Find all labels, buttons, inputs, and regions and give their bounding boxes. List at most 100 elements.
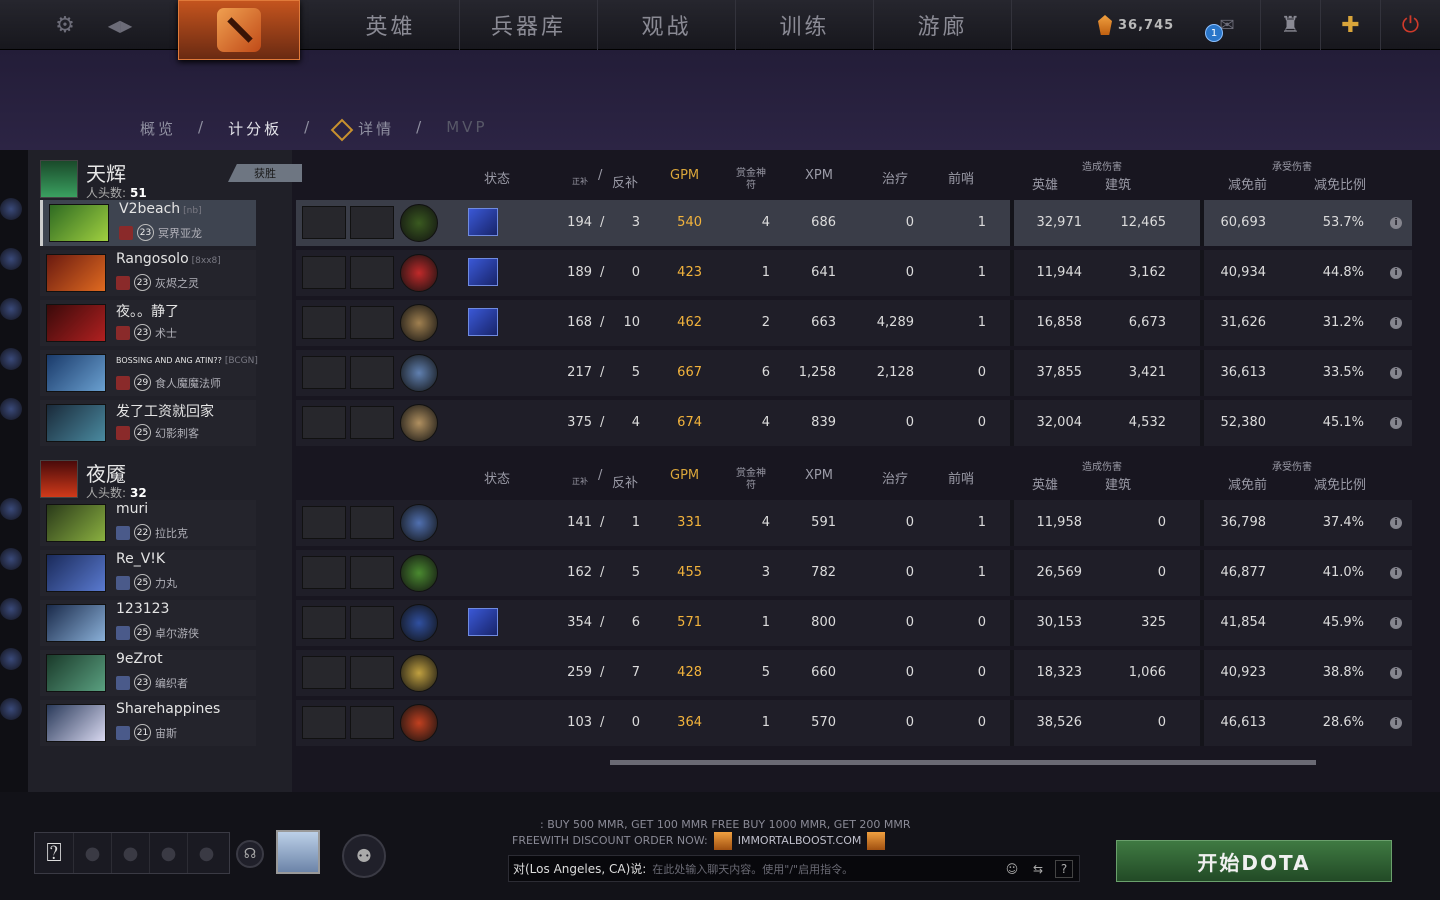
backpack-slot[interactable]: [350, 406, 394, 439]
voice-headset-icon[interactable]: ☊: [236, 840, 264, 868]
player-row[interactable]: Re_V!K 25 力丸: [40, 550, 256, 596]
backpack-slot[interactable]: [302, 256, 346, 289]
table-row[interactable]: 162 / 5 455 3 782 0 1 26,569 0 46,877 41.0% i: [296, 550, 1412, 596]
party-slot-icon[interactable]: ●: [73, 833, 111, 873]
emoji-icon[interactable]: ☺: [1003, 860, 1021, 878]
stat-sep: /: [600, 215, 605, 230]
backpack-slot[interactable]: [302, 606, 346, 639]
power-icon[interactable]: ⏻: [1380, 0, 1440, 50]
info-icon[interactable]: i: [1390, 667, 1402, 679]
player-row[interactable]: Sharehappines 21 宙斯: [40, 700, 256, 746]
backpack-slot[interactable]: [350, 606, 394, 639]
table-row[interactable]: 103 / 0 364 1 570 0 0 38,526 0 46,613 28.6% i: [296, 700, 1412, 746]
info-icon[interactable]: i: [1390, 317, 1402, 329]
dota-logo-button[interactable]: [178, 0, 300, 60]
backpack-slot[interactable]: [350, 556, 394, 589]
info-icon[interactable]: i: [1390, 417, 1402, 429]
neutral-item-icon[interactable]: [400, 704, 438, 742]
backpack-slot[interactable]: [350, 206, 394, 239]
horizontal-scrollbar[interactable]: [610, 760, 1316, 765]
info-icon[interactable]: i: [1390, 517, 1402, 529]
heal-value: 0: [905, 665, 914, 680]
armory-helm-icon[interactable]: ♜: [1260, 0, 1320, 50]
dota-plus-emblem-icon[interactable]: ⍰: [35, 833, 73, 873]
avatar[interactable]: [276, 830, 320, 874]
team-kills-label: 人头数:: [86, 486, 127, 500]
player-row[interactable]: muri 22 拉比克: [40, 500, 256, 546]
backpack-slot[interactable]: [302, 306, 346, 339]
backpack-slot[interactable]: [350, 506, 394, 539]
subnav-mvp[interactable]: MVP: [446, 118, 487, 139]
chat-input[interactable]: 在此处输入聊天内容。使用"/"启用指令。: [652, 861, 853, 877]
shards-display[interactable]: 36,745: [1098, 10, 1174, 40]
neutral-item-icon[interactable]: [400, 404, 438, 442]
neutral-item-icon[interactable]: [400, 554, 438, 592]
table-row[interactable]: 189 / 0 423 1 641 0 1 11,944 3,162 40,934 44.8% i: [296, 250, 1412, 296]
backpack-slot[interactable]: [302, 206, 346, 239]
backpack-slot[interactable]: [302, 556, 346, 589]
backpack-slot[interactable]: [302, 656, 346, 689]
play-dota-button[interactable]: 开始DOTA: [1116, 840, 1392, 882]
backpack-slot[interactable]: [302, 406, 346, 439]
nav-arcade[interactable]: 游廊: [874, 0, 1012, 50]
backpack-slot[interactable]: [350, 656, 394, 689]
table-row[interactable]: 141 / 1 331 4 591 0 1 11,958 0 36,798 37.4% i: [296, 500, 1412, 546]
neutral-item-icon[interactable]: [400, 604, 438, 642]
neutral-item-icon[interactable]: [400, 654, 438, 692]
gpm-value: 667: [677, 365, 702, 380]
table-row[interactable]: 194 / 3 540 4 686 0 1 32,971 12,465 60,693 53.7% i: [296, 200, 1412, 246]
nav-watch[interactable]: 观战: [598, 0, 736, 50]
backpack-slot[interactable]: [350, 356, 394, 389]
swap-channel-icon[interactable]: ⇆: [1029, 860, 1047, 878]
party-slot-icon[interactable]: ●: [149, 833, 187, 873]
info-icon[interactable]: i: [1390, 567, 1402, 579]
table-row[interactable]: 375 / 4 674 4 839 0 0 32,004 4,532 52,380 45.1% i: [296, 400, 1412, 446]
backpack-slot[interactable]: [302, 506, 346, 539]
settings-gear-icon[interactable]: ⚙: [52, 10, 78, 40]
help-button[interactable]: ?: [1055, 860, 1073, 878]
neutral-item-icon[interactable]: [400, 204, 438, 242]
backpack-slot[interactable]: [350, 706, 394, 739]
pct-value: 31.2%: [1322, 315, 1364, 330]
table-row[interactable]: 217 / 5 667 6 1,258 2,128 0 37,855 3,421 36,613 33.…: [296, 350, 1412, 396]
chat-channel[interactable]: 对(Los Angeles, CA)说:: [513, 860, 646, 877]
info-icon[interactable]: i: [1390, 367, 1402, 379]
table-row[interactable]: 168 / 10 462 2 663 4,289 1 16,858 6,673 31,626 31.2…: [296, 300, 1412, 346]
neutral-item-icon[interactable]: [400, 254, 438, 292]
party-slot-icon[interactable]: ●: [187, 833, 225, 873]
subnav-details[interactable]: 详情: [330, 118, 394, 141]
player-row[interactable]: Rangosolo [8xx8] 23 灰烬之灵: [40, 250, 256, 296]
neutral-item-icon[interactable]: [400, 354, 438, 392]
info-icon[interactable]: i: [1390, 717, 1402, 729]
table-row[interactable]: 354 / 6 571 1 800 0 0 30,153 325 41,854 45.9% i: [296, 600, 1412, 646]
table-row[interactable]: 259 / 7 428 5 660 0 0 18,323 1,066 40,923 38.8% i: [296, 650, 1412, 696]
friends-group-icon[interactable]: ⚉: [342, 834, 386, 878]
plus-icon[interactable]: ✚: [1320, 0, 1380, 50]
player-row[interactable]: V2beach [nb] 23 冥界亚龙: [40, 200, 256, 246]
hero-minimap-icon: [0, 298, 22, 320]
subnav-scoreboard[interactable]: 计分板: [228, 118, 282, 139]
bounty-value: 1: [761, 265, 770, 280]
info-icon[interactable]: i: [1390, 617, 1402, 629]
player-row[interactable]: 夜。。静了 23 术士: [40, 300, 256, 346]
backpack-slot[interactable]: [350, 306, 394, 339]
player-row[interactable]: 发了工资就回家 25 幻影刺客: [40, 400, 256, 446]
backpack-slot[interactable]: [350, 256, 394, 289]
nav-heroes[interactable]: 英雄: [322, 0, 460, 50]
player-row[interactable]: BOSSING AND ANG ATIN?? [BCGN] 29 食人魔魔法师: [40, 350, 258, 396]
party-slot-icon[interactable]: ●: [111, 833, 149, 873]
info-icon[interactable]: i: [1390, 217, 1402, 229]
player-row[interactable]: 9eZrot 23 编织者: [40, 650, 256, 696]
info-icon[interactable]: i: [1390, 267, 1402, 279]
backpack-slot[interactable]: [302, 356, 346, 389]
backpack-slot[interactable]: [302, 706, 346, 739]
chat-input-bar[interactable]: 对(Los Angeles, CA)说: 在此处输入聊天内容。使用"/"启用指令…: [508, 855, 1080, 882]
aghanims-shard-icon: [468, 308, 498, 336]
nav-armory[interactable]: 兵器库: [460, 0, 598, 50]
player-row[interactable]: 123123 25 卓尔游侠: [40, 600, 256, 646]
neutral-item-icon[interactable]: [400, 304, 438, 342]
subnav-overview[interactable]: 概览: [140, 118, 176, 139]
back-forward-arrows-icon[interactable]: ◀▶: [102, 10, 138, 40]
neutral-item-icon[interactable]: [400, 504, 438, 542]
nav-learn[interactable]: 训练: [736, 0, 874, 50]
